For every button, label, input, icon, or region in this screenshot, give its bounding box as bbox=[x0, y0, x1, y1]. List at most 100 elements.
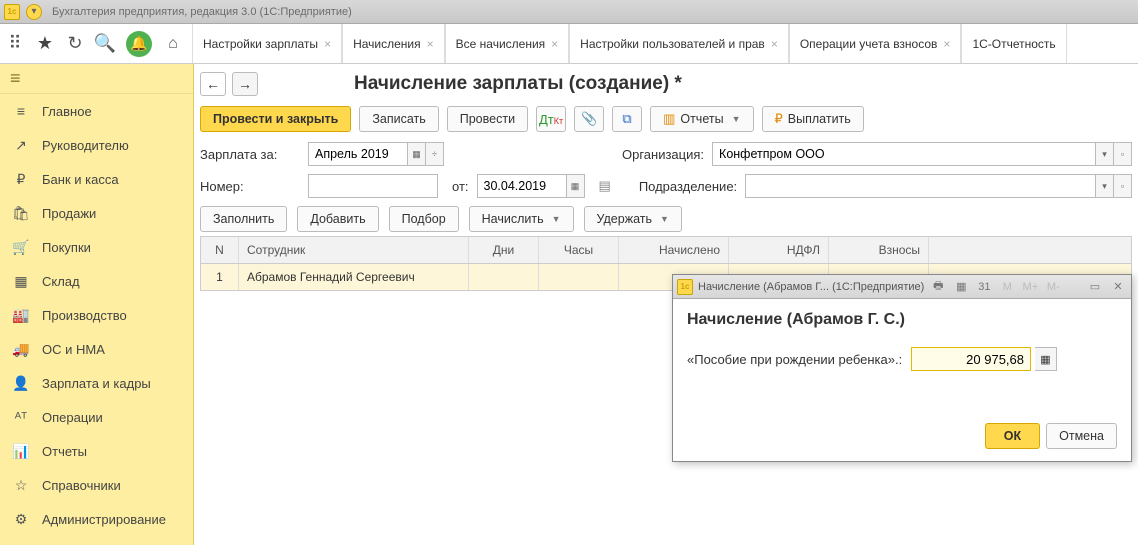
tab-contrib-ops[interactable]: Операции учета взносов× bbox=[789, 24, 962, 63]
app-1c-icon: 1c bbox=[677, 279, 693, 295]
calc-button[interactable]: ▦ bbox=[1035, 347, 1057, 371]
nav-back-button[interactable]: ← bbox=[200, 72, 226, 96]
dropdown-icon[interactable]: ▾ bbox=[1096, 174, 1114, 198]
window-title: Бухгалтерия предприятия, редакция 3.0 (1… bbox=[52, 6, 352, 18]
structure-button[interactable]: ⧉ bbox=[612, 106, 642, 132]
home-icon[interactable]: ⌂ bbox=[158, 24, 188, 64]
barchart-icon: 📊 bbox=[12, 442, 30, 460]
fill-button[interactable]: Заполнить bbox=[200, 206, 287, 232]
sidebar-item-operations[interactable]: ᴬᵀОперации bbox=[0, 400, 193, 434]
close-icon[interactable]: × bbox=[324, 37, 331, 51]
sidebar-item-bank[interactable]: ₽Банк и касса bbox=[0, 162, 193, 196]
content-area: ← → Начисление зарплаты (создание) * Про… bbox=[194, 64, 1138, 545]
open-tabs: Настройки зарплаты× Начисления× Все начи… bbox=[192, 24, 1067, 63]
sidebar-item-sales[interactable]: 🛍Продажи bbox=[0, 196, 193, 230]
apps-icon[interactable]: ⠿ bbox=[0, 24, 30, 64]
col-employee[interactable]: Сотрудник bbox=[239, 237, 469, 263]
modal-window-title: Начисление (Абрамов Г... (1С:Предприятие… bbox=[698, 281, 924, 293]
main-toolbar: ⠿ ★ ↻ 🔍 🔔 ⌂ Настройки зарплаты× Начислен… bbox=[0, 24, 1138, 64]
number-input[interactable] bbox=[308, 174, 438, 198]
add-button[interactable]: Добавить bbox=[297, 206, 378, 232]
sidebar-item-main[interactable]: ≡Главное bbox=[0, 94, 193, 128]
search-icon[interactable]: 🔍 bbox=[90, 24, 120, 64]
grid-icon: ▦ bbox=[12, 272, 30, 290]
sidebar-item-manager[interactable]: ↗Руководителю bbox=[0, 128, 193, 162]
sidebar-item-admin[interactable]: ⚙Администрирование bbox=[0, 502, 193, 536]
close-icon[interactable]: × bbox=[551, 37, 558, 51]
dtkt-icon: ᴬᵀ bbox=[12, 408, 30, 426]
print-icon[interactable]: 🖶 bbox=[929, 279, 947, 295]
close-icon[interactable]: × bbox=[427, 37, 434, 51]
accrue-button[interactable]: Начислить▼ bbox=[469, 206, 574, 232]
date-picker-icon[interactable]: ▦ bbox=[408, 142, 426, 166]
col-days[interactable]: Дни bbox=[469, 237, 539, 263]
tab-1c-reporting[interactable]: 1С-Отчетность bbox=[961, 24, 1066, 63]
save-button[interactable]: Записать bbox=[359, 106, 438, 132]
sidebar-item-reports[interactable]: 📊Отчеты bbox=[0, 434, 193, 468]
calendar-icon[interactable]: ▦ bbox=[567, 174, 585, 198]
sidebar-item-assets[interactable]: 🚚ОС и НМА bbox=[0, 332, 193, 366]
reports-button[interactable]: ▥Отчеты▼ bbox=[650, 106, 753, 132]
modal-titlebar[interactable]: 1c Начисление (Абрамов Г... (1С:Предприя… bbox=[673, 275, 1131, 299]
close-icon[interactable]: ✕ bbox=[1109, 279, 1127, 295]
cancel-button[interactable]: Отмена bbox=[1046, 423, 1117, 449]
col-hours[interactable]: Часы bbox=[539, 237, 619, 263]
pay-button[interactable]: ₽Выплатить bbox=[762, 106, 864, 132]
deduct-button[interactable]: Удержать▼ bbox=[584, 206, 682, 232]
nav-forward-button[interactable]: → bbox=[232, 72, 258, 96]
dtkt-button[interactable]: ДтКт bbox=[536, 106, 566, 132]
close-icon[interactable]: × bbox=[943, 37, 950, 51]
sidebar-item-warehouse[interactable]: ▦Склад bbox=[0, 264, 193, 298]
tab-settings-salary[interactable]: Настройки зарплаты× bbox=[192, 24, 342, 63]
bag-icon: 🛍 bbox=[12, 204, 30, 222]
history-icon[interactable]: ↻ bbox=[60, 24, 90, 64]
truck-icon: 🚚 bbox=[12, 340, 30, 358]
minimize-icon[interactable]: ▭ bbox=[1086, 279, 1104, 295]
memory-mminus: M- bbox=[1044, 279, 1062, 295]
report-icon: ▥ bbox=[663, 111, 675, 127]
star-icon: ☆ bbox=[12, 476, 30, 494]
favorites-icon[interactable]: ★ bbox=[30, 24, 60, 64]
ok-button[interactable]: ОК bbox=[985, 423, 1040, 449]
sidebar-item-catalogs[interactable]: ☆Справочники bbox=[0, 468, 193, 502]
accrual-modal: 1c Начисление (Абрамов Г... (1С:Предприя… bbox=[672, 274, 1132, 462]
gear-icon: ⚙ bbox=[12, 510, 30, 528]
col-ndfl[interactable]: НДФЛ bbox=[729, 237, 829, 263]
col-contrib[interactable]: Взносы bbox=[829, 237, 929, 263]
pick-button[interactable]: Подбор bbox=[389, 206, 459, 232]
stepper-icon[interactable]: ÷ bbox=[426, 142, 444, 166]
dept-input[interactable] bbox=[745, 174, 1096, 198]
sidebar-toggle[interactable]: ≡ bbox=[0, 64, 193, 94]
note-icon[interactable]: ▤ bbox=[599, 178, 611, 194]
paperclip-icon: 📎 bbox=[581, 111, 597, 127]
org-label: Организация: bbox=[622, 147, 704, 162]
org-input[interactable] bbox=[712, 142, 1096, 166]
sidebar-item-production[interactable]: 🏭Производство bbox=[0, 298, 193, 332]
dropdown-icon[interactable]: ▾ bbox=[1096, 142, 1114, 166]
tab-accruals[interactable]: Начисления× bbox=[342, 24, 445, 63]
modal-title: Начисление (Абрамов Г. С.) bbox=[687, 311, 1117, 329]
app-1c-icon: 1c bbox=[4, 4, 20, 20]
sidebar-item-salary[interactable]: 👤Зарплата и кадры bbox=[0, 366, 193, 400]
from-date-input[interactable] bbox=[477, 174, 567, 198]
allowance-amount-input[interactable] bbox=[911, 347, 1031, 371]
col-accrued[interactable]: Начислено bbox=[619, 237, 729, 263]
attach-button[interactable]: 📎 bbox=[574, 106, 604, 132]
salary-for-input[interactable] bbox=[308, 142, 408, 166]
tab-all-accruals[interactable]: Все начисления× bbox=[445, 24, 570, 63]
tab-user-rights[interactable]: Настройки пользователей и прав× bbox=[569, 24, 789, 63]
dropdown-icon[interactable]: ▾ bbox=[26, 4, 42, 20]
sidebar-item-purchases[interactable]: 🛒Покупки bbox=[0, 230, 193, 264]
factory-icon: 🏭 bbox=[12, 306, 30, 324]
post-and-close-button[interactable]: Провести и закрыть bbox=[200, 106, 351, 132]
ruble-circle-icon: ₽ bbox=[775, 111, 783, 127]
post-button[interactable]: Провести bbox=[447, 106, 528, 132]
col-n[interactable]: N bbox=[201, 237, 239, 263]
calendar-icon[interactable]: 31 bbox=[975, 279, 993, 295]
memory-mplus: M+ bbox=[1021, 279, 1039, 295]
open-ref-icon[interactable]: ▫ bbox=[1114, 142, 1132, 166]
close-icon[interactable]: × bbox=[771, 37, 778, 51]
calc-icon[interactable]: ▦ bbox=[952, 279, 970, 295]
bell-icon[interactable]: 🔔 bbox=[126, 31, 152, 57]
open-ref-icon[interactable]: ▫ bbox=[1114, 174, 1132, 198]
